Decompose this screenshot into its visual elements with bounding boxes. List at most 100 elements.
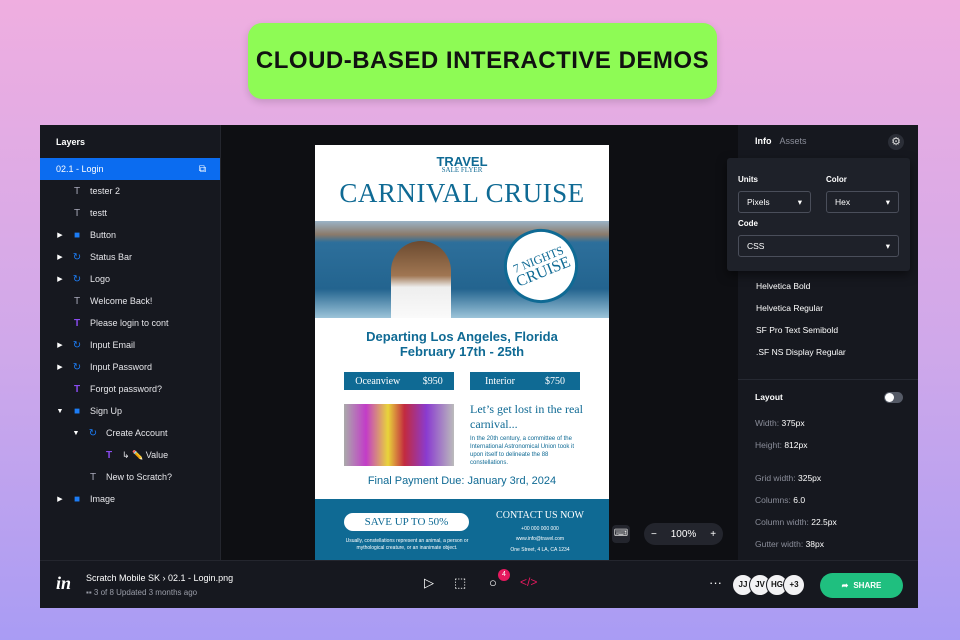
- text-icon: T: [89, 471, 97, 483]
- layer-label: Please login to cont: [90, 318, 169, 328]
- prop-key: Width:: [755, 418, 780, 428]
- layer-item[interactable]: ▶ ■ Button: [40, 224, 220, 246]
- save-pill: SAVE UP TO 50%: [344, 513, 469, 531]
- folder-icon: ■: [73, 229, 81, 241]
- layer-item[interactable]: T Welcome Back!: [40, 290, 220, 312]
- prop-value[interactable]: 325px: [798, 473, 821, 483]
- expand-toggle[interactable]: ▼: [56, 408, 64, 415]
- layout-property: Grid width: 325px: [755, 473, 821, 483]
- contact-phone: +00 000 000 000: [521, 526, 559, 532]
- text-icon: T: [73, 295, 81, 307]
- layer-item[interactable]: T New to Scratch?: [40, 466, 220, 488]
- grid-icon[interactable]: ▪▪: [86, 588, 94, 597]
- prop-value[interactable]: 375px: [781, 418, 804, 428]
- expand-toggle[interactable]: ▶: [56, 495, 64, 503]
- code-icon[interactable]: </>: [520, 575, 537, 589]
- inspect-select-icon[interactable]: ⬚: [454, 575, 466, 591]
- expand-toggle[interactable]: ▶: [56, 341, 64, 349]
- layer-item[interactable]: ▶ ↻ Status Bar: [40, 246, 220, 268]
- comment-icon[interactable]: ○: [489, 575, 497, 590]
- layer-label: Logo: [90, 274, 111, 284]
- layout-label: Layout: [755, 392, 783, 402]
- color-select[interactable]: Hex ▾: [826, 191, 899, 213]
- keyboard-shortcuts-button[interactable]: ⌨: [612, 525, 630, 543]
- price-value: $750: [545, 375, 565, 387]
- promo-banner: CLOUD-BASED INTERACTIVE DEMOS: [248, 23, 717, 99]
- share-label: SHARE: [853, 581, 882, 590]
- layers-panel: Layers 02.1 - Login ⧉ Ttester 2 Ttestt ▶ ■ But…: [40, 125, 221, 560]
- layer-item[interactable]: T Forgot password?: [40, 378, 220, 400]
- component-icon: ↻: [72, 273, 82, 285]
- comment-count-badge: 4: [498, 569, 510, 581]
- breadcrumb[interactable]: Scratch Mobile SK › 02.1 - Login.png: [86, 573, 233, 583]
- duplicate-icon[interactable]: ⧉: [199, 164, 206, 175]
- units-label: Units: [738, 175, 758, 184]
- layer-item[interactable]: Ttestt: [40, 202, 220, 224]
- tab-assets[interactable]: Assets: [780, 136, 807, 146]
- layer-item[interactable]: T ↳ ✏️ Value: [40, 444, 220, 466]
- canvas[interactable]: TRAVEL SALE FLYER CARNIVAL CRUISE 7 NIGH…: [222, 125, 738, 562]
- font-item[interactable]: Helvetica Bold: [756, 281, 810, 291]
- prop-value[interactable]: 6.0: [793, 495, 805, 505]
- font-item[interactable]: SF Pro Text Semibold: [756, 325, 838, 335]
- cruise-photo: 7 NIGHTS CRUISE: [315, 217, 609, 318]
- layout-property: Gutter width: 38px: [755, 539, 824, 549]
- layer-item[interactable]: T Please login to cont: [40, 312, 220, 334]
- carnival-paragraph: In the 20th century, a committee of the …: [470, 436, 575, 466]
- zoom-level[interactable]: 100%: [671, 529, 697, 540]
- text-purple-icon: T: [105, 449, 113, 461]
- layer-item[interactable]: ▶ ↻ Input Password: [40, 356, 220, 378]
- contact-heading: CONTACT US NOW: [496, 510, 584, 521]
- inspect-app: Layers 02.1 - Login ⧉ Ttester 2 Ttestt ▶ ■ But…: [40, 125, 918, 608]
- layout-property: Height: 812px: [755, 440, 807, 450]
- folder-icon: ■: [73, 493, 81, 505]
- prop-key: Columns:: [755, 495, 791, 505]
- prop-value[interactable]: 812px: [784, 440, 807, 450]
- layer-item[interactable]: ▶ ↻ Input Email: [40, 334, 220, 356]
- flyer-sale: SALE FLYER: [441, 166, 483, 174]
- prop-key: Height:: [755, 440, 782, 450]
- code-select[interactable]: CSS ▾: [738, 235, 899, 257]
- layer-item[interactable]: ▼ ■ Sign Up: [40, 400, 220, 422]
- layer-item[interactable]: Ttester 2: [40, 180, 220, 202]
- expand-toggle[interactable]: ▶: [56, 253, 64, 261]
- text-icon: T: [73, 185, 81, 197]
- layer-label: Sign Up: [90, 406, 123, 416]
- layers-title: Layers: [56, 137, 86, 147]
- units-value: Pixels: [747, 197, 770, 207]
- zoom-in-button[interactable]: +: [710, 529, 716, 540]
- layout-toggle[interactable]: [884, 392, 903, 403]
- tab-info[interactable]: Info: [755, 136, 772, 146]
- code-label: Code: [738, 219, 758, 228]
- layout-property: Columns: 6.0: [755, 495, 805, 505]
- font-item[interactable]: .SF NS Display Regular: [756, 347, 846, 357]
- final-payment: Final Payment Due: January 3rd, 2024: [367, 475, 557, 487]
- layer-item[interactable]: ▼ ↻ Create Account: [40, 422, 220, 444]
- folder-icon: ■: [73, 405, 81, 417]
- play-icon[interactable]: ▷: [424, 575, 434, 591]
- gear-icon[interactable]: ⚙: [888, 134, 904, 150]
- footer-note: Usually, constellations represent an ani…: [345, 538, 469, 551]
- layout-property: Column width: 22.5px: [755, 517, 837, 527]
- expand-toggle[interactable]: ▶: [56, 275, 64, 283]
- prop-value[interactable]: 22.5px: [811, 517, 837, 527]
- expand-toggle[interactable]: ▼: [72, 430, 80, 437]
- layer-item[interactable]: ▶ ↻ Logo: [40, 268, 220, 290]
- expand-toggle[interactable]: ▶: [56, 363, 64, 371]
- share-button[interactable]: ➦ SHARE: [820, 573, 903, 598]
- units-select[interactable]: Pixels ▾: [738, 191, 811, 213]
- zoom-out-button[interactable]: −: [651, 529, 657, 540]
- layer-item[interactable]: ▶ ■ Image: [40, 488, 220, 510]
- flyer-artboard[interactable]: TRAVEL SALE FLYER CARNIVAL CRUISE 7 NIGH…: [315, 145, 609, 562]
- prop-value[interactable]: 38px: [806, 539, 824, 549]
- font-item[interactable]: Helvetica Regular: [756, 303, 823, 313]
- expand-toggle[interactable]: ▶: [56, 231, 64, 239]
- dep-line2: February 17th - 25th: [399, 344, 525, 359]
- invision-logo[interactable]: in: [56, 573, 71, 594]
- layer-item[interactable]: 02.1 - Login ⧉: [40, 158, 220, 180]
- avatar-more[interactable]: +3: [783, 574, 805, 596]
- dep-line1: Departing Los Angeles, Florida: [366, 329, 558, 344]
- layer-label: Status Bar: [90, 252, 133, 262]
- layer-label: New to Scratch?: [106, 472, 173, 482]
- more-button[interactable]: ···: [709, 575, 722, 590]
